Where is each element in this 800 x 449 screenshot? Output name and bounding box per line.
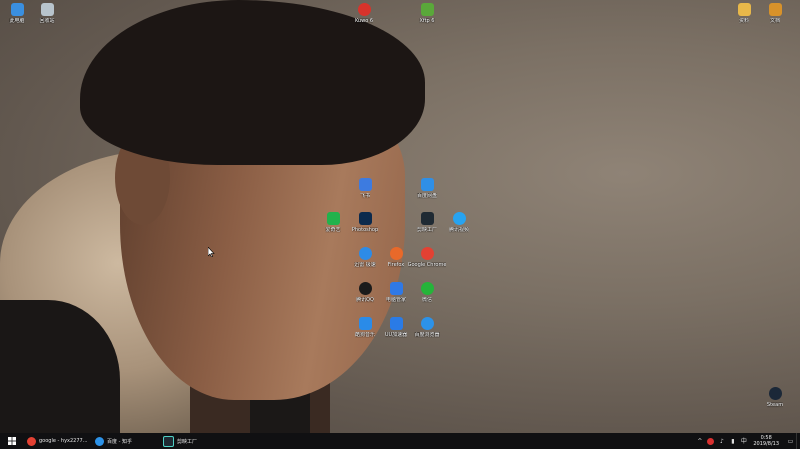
start-button[interactable] — [0, 433, 24, 449]
taskbar: google - hyx2277... 百度 - 知乎 剪映工厂 ^ ♪ ▮ 中… — [0, 433, 800, 449]
ime-indicator[interactable]: 中 — [740, 438, 747, 445]
security-icon[interactable] — [707, 437, 715, 445]
desktop-icon-label: 爱奇艺 — [325, 227, 341, 233]
windows-start-icon — [8, 437, 16, 445]
browser-icon — [420, 317, 434, 330]
desktop-wallpaper — [0, 0, 800, 440]
taskbar-app-label: 百度 - 知乎 — [107, 438, 132, 445]
desktop-icon-label: UU加速器 — [384, 332, 408, 338]
desktop-icon-feishu[interactable]: 飞书 — [348, 178, 382, 199]
wechat-icon — [420, 282, 434, 295]
desktop-icon-recycle[interactable]: 回收站 — [30, 3, 64, 24]
qq-icon — [358, 282, 372, 295]
desktop-icon-edgebrowser[interactable]: 百度浏览器 — [410, 317, 444, 338]
desktop-icon-label: 迅雷 极速 — [354, 262, 376, 268]
monitor-icon — [10, 3, 24, 16]
jianying-icon — [163, 435, 174, 447]
tencent-video-icon — [452, 212, 466, 225]
clock-date: 2019/8/13 — [753, 441, 779, 447]
desktop-icon-label: Xftp 6 — [419, 18, 435, 24]
desktop-icon-label: 电脑管家 — [385, 297, 406, 303]
taskbar-app-jianying[interactable]: 剪映工厂 — [160, 433, 228, 449]
volume-icon[interactable]: ♪ — [718, 438, 725, 445]
desktop-icon-uu[interactable]: UU加速器 — [379, 317, 413, 338]
desktop-icon-label: 回收站 — [39, 18, 55, 24]
desktop-icon-xshell[interactable]: Xftp 6 — [410, 3, 444, 24]
desktop-icon-label: Google Chrome — [407, 262, 447, 268]
desktop-icon-label: 腾讯视频 — [448, 227, 469, 233]
browser-icon — [95, 436, 104, 446]
desktop-icon-label: 百度网盘 — [416, 193, 437, 199]
taskbar-app-label: 剪映工厂 — [177, 438, 198, 445]
desktop-icon-label: 腾讯QQ — [356, 297, 374, 303]
desktop-icon-steam[interactable]: Steam — [758, 387, 792, 408]
desktop-icon-kuwo[interactable]: Kuwo 6 — [347, 3, 381, 24]
kugou-icon — [358, 317, 372, 330]
show-desktop-button[interactable] — [796, 433, 800, 449]
desktop-icon-tencentvideo[interactable]: 腾讯视频 — [442, 212, 476, 233]
desktop-icon-computer[interactable]: 此电脑 — [0, 3, 34, 24]
firefox-icon — [389, 247, 403, 260]
system-tray: ^ ♪ ▮ 中 0:58 2019/8/13 ▭ — [694, 433, 800, 449]
notification-icon[interactable]: ▭ — [787, 438, 794, 445]
chevron-up-icon[interactable]: ^ — [696, 438, 703, 445]
feishu-icon — [358, 178, 372, 191]
desktop-icon-baidunetdisk[interactable]: 百度网盘 — [410, 178, 444, 199]
thunder-icon — [358, 247, 372, 260]
taskbar-app-label: google - hyx2277... — [39, 438, 88, 444]
desktop-icon-wechat[interactable]: 微信 — [410, 282, 444, 303]
desktop-icon-folder[interactable]: 资料 — [727, 3, 761, 24]
desktop-icon-chrome[interactable]: Google Chrome — [407, 247, 447, 268]
chrome-icon — [27, 436, 36, 446]
photoshop-icon — [358, 212, 372, 225]
document-icon — [768, 3, 782, 16]
clock[interactable]: 0:58 2019/8/13 — [753, 435, 779, 447]
desktop-icon-label: 资料 — [738, 18, 749, 24]
desktop-icon-label: Steam — [766, 402, 784, 408]
desktop-icon-kugou[interactable]: 酷狗音乐 — [348, 317, 382, 338]
desktop-icon-iqiyi[interactable]: 爱奇艺 — [316, 212, 350, 233]
desktop-icon-jianying[interactable]: 剪映工厂 — [410, 212, 444, 233]
desktop-icon-label: Kuwo 6 — [354, 18, 374, 24]
desktop-icon-label: 此电脑 — [9, 18, 25, 24]
desktop-icon-qq[interactable]: 腾讯QQ — [348, 282, 382, 303]
desktop-icon-label: 百度浏览器 — [414, 332, 440, 338]
desktop-icon-label: 剪映工厂 — [416, 227, 437, 233]
desktop-icon-edge[interactable]: 迅雷 极速 — [348, 247, 382, 268]
chrome-icon — [420, 247, 434, 260]
xftp-icon — [420, 3, 434, 16]
desktop-icon-label: 酷狗音乐 — [354, 332, 375, 338]
desktop-icon-label: 文档 — [769, 18, 780, 24]
mouse-cursor-icon — [208, 247, 215, 257]
desktop-icon-label: 飞书 — [359, 193, 370, 199]
taskbar-app-browser[interactable]: 百度 - 知乎 — [92, 433, 160, 449]
baidu-netdisk-icon — [420, 178, 434, 191]
shield-icon — [389, 282, 403, 295]
desktop-icon-photoshop[interactable]: Photoshop — [348, 212, 382, 233]
desktop-icon-doc[interactable]: 文档 — [758, 3, 792, 24]
iqiyi-icon — [326, 212, 340, 225]
desktop-icon-label: Firefox — [387, 262, 405, 268]
kuwo-icon — [357, 3, 371, 16]
folder-icon — [737, 3, 751, 16]
wallpaper-hair — [80, 0, 425, 165]
jianying-icon — [420, 212, 434, 225]
network-icon[interactable]: ▮ — [729, 438, 736, 445]
desktop-icon-label: Photoshop — [351, 227, 379, 233]
desktop-icon-pcmanager[interactable]: 电脑管家 — [379, 282, 413, 303]
taskbar-app-chrome[interactable]: google - hyx2277... — [24, 433, 92, 449]
desktop-icon-label: 微信 — [421, 297, 432, 303]
steam-icon — [768, 387, 782, 400]
uu-icon — [389, 317, 403, 330]
recycle-bin-icon — [40, 3, 54, 16]
